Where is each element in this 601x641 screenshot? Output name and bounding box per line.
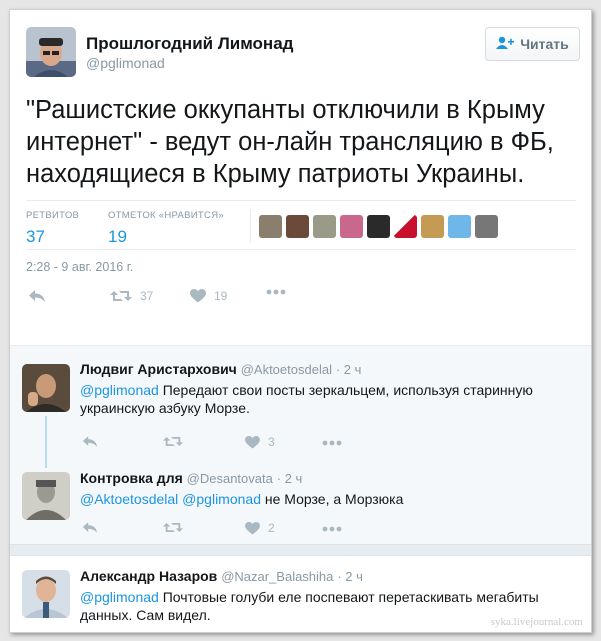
heart-icon	[245, 521, 260, 535]
reply-button[interactable]	[82, 435, 98, 448]
likes-label: ОТМЕТОК «НРАВИТСЯ»	[108, 210, 224, 221]
main-tweet: Прошлогодний Лимонад @pglimonad Читать "…	[10, 10, 591, 345]
liker-avatar[interactable]	[313, 214, 336, 238]
follow-button[interactable]: Читать	[485, 27, 580, 61]
reply-author-name: Александр Назаров	[80, 568, 218, 584]
reply-avatar[interactable]	[22, 364, 70, 412]
liker-avatars	[250, 209, 498, 243]
reply-button[interactable]	[82, 521, 98, 534]
reply-author-handle: @Nazar_Balashiha	[221, 569, 334, 584]
like-button[interactable]: 2	[245, 521, 275, 535]
reply-avatar[interactable]	[22, 472, 70, 520]
watermark: syka.livejournal.com	[490, 616, 583, 628]
tweet-timestamp[interactable]: 2:28 - 9 авг. 2016 г.	[26, 260, 133, 274]
like-button[interactable]: 19	[190, 289, 227, 303]
retweets-count: 37	[26, 227, 45, 246]
author-handle[interactable]: @pglimonad	[86, 55, 165, 71]
liker-avatar[interactable]	[367, 214, 390, 238]
author-avatar[interactable]	[26, 27, 76, 77]
like-count: 3	[268, 435, 275, 449]
retweet-icon	[110, 289, 132, 303]
mention-link[interactable]: @pglimonad	[182, 491, 261, 507]
likes-stat[interactable]: ОТМЕТОК «НРАВИТСЯ» 19	[108, 210, 224, 247]
reply-avatar[interactable]	[22, 570, 70, 618]
liker-avatar[interactable]	[475, 214, 498, 238]
liker-avatar[interactable]	[448, 214, 471, 238]
retweet-button[interactable]: 37	[110, 289, 153, 303]
more-icon	[266, 289, 286, 295]
liker-avatar[interactable]	[286, 214, 309, 238]
reply-time[interactable]: · 2 ч	[337, 569, 363, 584]
more-button[interactable]	[266, 289, 286, 295]
heart-icon	[245, 435, 260, 449]
follow-label: Читать	[520, 36, 569, 52]
mention-link[interactable]: @pglimonad	[80, 589, 159, 605]
reply-thread: Людвиг Аристархович @Aktoetosdelal · 2 ч…	[10, 345, 591, 632]
more-icon	[322, 526, 342, 532]
reply-body: не Морзе, а Морзюка	[260, 491, 404, 507]
reply-icon	[28, 289, 46, 303]
retweet-icon	[163, 435, 183, 448]
heart-icon	[190, 289, 206, 303]
person-plus-icon	[496, 36, 515, 53]
reply-icon	[82, 521, 98, 534]
reply-text: @Aktoetosdelal @pglimonad не Морзе, а Мо…	[80, 490, 580, 508]
liker-avatar[interactable]	[394, 214, 417, 238]
likes-count: 19	[108, 227, 127, 246]
more-button[interactable]	[322, 526, 342, 532]
retweets-stat[interactable]: РЕТВИТОВ 37	[26, 210, 79, 247]
retweet-button[interactable]	[163, 435, 183, 448]
reply-icon	[82, 435, 98, 448]
retweet-icon	[163, 521, 183, 534]
reply-time[interactable]: · 2 ч	[277, 471, 303, 486]
liker-avatar[interactable]	[259, 214, 282, 238]
mention-link[interactable]: @Aktoetosdelal	[80, 491, 178, 507]
retweet-count: 37	[140, 289, 154, 303]
reply-author-name: Людвиг Аристархович	[80, 361, 237, 377]
like-count: 2	[268, 521, 275, 535]
retweets-label: РЕТВИТОВ	[26, 210, 80, 221]
liker-avatar[interactable]	[421, 214, 444, 238]
mention-link[interactable]: @pglimonad	[80, 382, 159, 398]
more-button[interactable]	[322, 440, 342, 446]
reply-time[interactable]: · 2 ч	[336, 362, 362, 377]
tweet-card: Прошлогодний Лимонад @pglimonad Читать "…	[9, 9, 592, 633]
retweet-button[interactable]	[163, 521, 183, 534]
author-name[interactable]: Прошлогодний Лимонад	[86, 34, 293, 54]
reply-author[interactable]: Александр Назаров @Nazar_Balashiha · 2 ч	[80, 568, 363, 584]
reply-author-handle: @Aktoetosdelal	[240, 362, 332, 377]
reply-text: @pglimonad Передают свои посты зеркальце…	[80, 381, 580, 417]
like-count: 19	[214, 289, 228, 303]
like-button[interactable]: 3	[245, 435, 275, 449]
reply-author-handle: @Desantovata	[186, 471, 273, 486]
thread-connector	[45, 416, 47, 468]
reply-author[interactable]: Людвиг Аристархович @Aktoetosdelal · 2 ч	[80, 361, 361, 377]
reply-button[interactable]	[28, 289, 46, 303]
liker-avatar[interactable]	[340, 214, 363, 238]
tweet-stats: РЕТВИТОВ 37 ОТМЕТОК «НРАВИТСЯ» 19	[26, 200, 576, 250]
more-icon	[322, 440, 342, 446]
tweet-text: "Рашистские оккупанты отключили в Крыму …	[26, 96, 554, 188]
reply-author[interactable]: Контровка для @Desantovata · 2 ч	[80, 470, 302, 486]
conversation-separator	[10, 544, 591, 556]
reply-author-name: Контровка для	[80, 470, 183, 486]
